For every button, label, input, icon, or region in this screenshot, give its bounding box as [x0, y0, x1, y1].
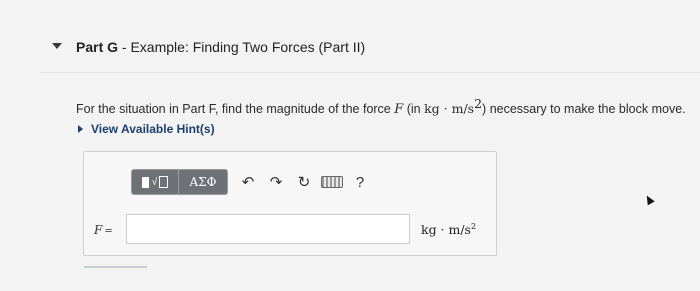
view-hints-link[interactable]: View Available Hint(s) — [78, 122, 215, 136]
divider — [40, 72, 700, 73]
unit-ms: m/s — [451, 101, 475, 117]
unit-exponent: 2 — [474, 96, 483, 111]
expand-caret-icon[interactable] — [78, 125, 83, 133]
template-symbol-group: √ ΑΣΦ — [131, 169, 228, 195]
redo-icon[interactable]: ↷ — [262, 170, 290, 194]
reset-icon[interactable]: ↻ — [290, 170, 318, 194]
collapse-caret-icon[interactable] — [52, 43, 62, 49]
part-header[interactable]: Part G - Example: Finding Two Forces (Pa… — [0, 0, 700, 70]
undo-icon[interactable]: ↶ — [234, 170, 262, 194]
answer-input-box[interactable] — [126, 214, 410, 244]
keyboard-button[interactable] — [318, 170, 346, 194]
answer-panel: √ ΑΣΦ ↶ ↷ ↻ ? F = kg · m/s2 — [83, 151, 497, 256]
question-text: For the situation in Part F, find the ma… — [76, 96, 686, 118]
answer-input[interactable] — [127, 215, 409, 243]
mouse-cursor-icon — [643, 193, 655, 206]
part-separator: - — [118, 39, 131, 55]
view-hints-label[interactable]: View Available Hint(s) — [91, 122, 215, 136]
equation-toolbar: √ ΑΣΦ ↶ ↷ ↻ ? — [131, 168, 374, 196]
answer-unit-label: kg · m/s2 — [421, 222, 477, 238]
templates-icon — [141, 176, 149, 188]
templates-button[interactable]: √ — [132, 170, 179, 194]
unit-kg: kg — [424, 101, 440, 117]
force-variable: F — [394, 102, 404, 118]
submit-button-edge[interactable] — [84, 266, 147, 268]
keyboard-icon — [321, 176, 343, 188]
part-title: Part G - Example: Finding Two Forces (Pa… — [76, 39, 365, 55]
help-icon[interactable]: ? — [346, 170, 374, 194]
answer-variable-label: F = — [94, 223, 113, 237]
symbols-button[interactable]: ΑΣΦ — [179, 170, 227, 194]
part-label: Part G — [76, 39, 119, 55]
part-title-text: Example: Finding Two Forces (Part II) — [130, 39, 366, 55]
